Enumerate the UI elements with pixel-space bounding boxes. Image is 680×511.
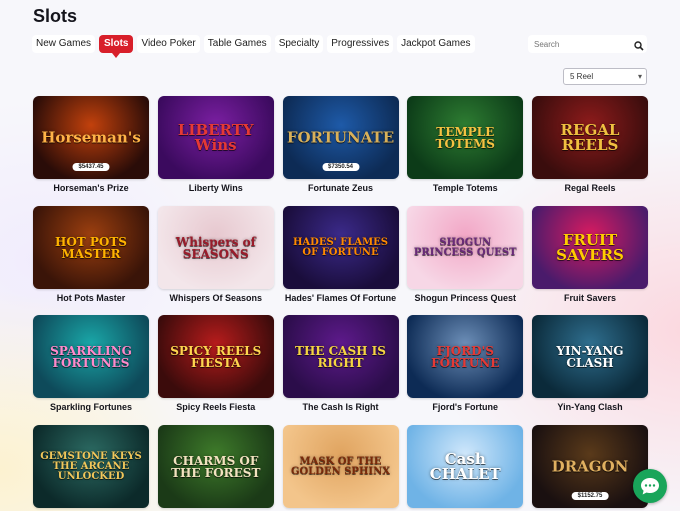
tab-table-games[interactable]: Table Games (203, 35, 271, 53)
tab-video-poker[interactable]: Video Poker (137, 35, 200, 53)
game-logo-text: HOT POTS MASTER (55, 234, 127, 261)
game-title[interactable]: Liberty Wins (158, 183, 274, 193)
game-title[interactable]: Hot Pots Master (33, 293, 149, 303)
game-thumbnail[interactable]: FORTUNATE $7350.54 (282, 96, 399, 179)
game-card[interactable]: MASK OF THE GOLDEN SPHINX (282, 425, 399, 508)
game-card[interactable]: YIN-YANG CLASH Yin-Yang Clash (532, 315, 648, 412)
tab-jackpot-games[interactable]: Jackpot Games (397, 35, 475, 53)
game-title[interactable]: Whispers Of Seasons (158, 293, 274, 303)
game-card[interactable]: Horseman's $5437.45 Horseman's Prize (33, 96, 149, 193)
game-logo-text: HADES' FLAMES OF FORTUNE (292, 236, 389, 258)
game-title[interactable]: Spicy Reels Fiesta (158, 402, 274, 412)
game-thumbnail[interactable]: SHOGUN PRINCESS QUEST (407, 206, 524, 289)
game-thumbnail[interactable]: REGAL REELS (532, 96, 648, 179)
game-card[interactable]: HOT POTS MASTER Hot Pots Master (33, 206, 149, 303)
search-icon[interactable] (634, 38, 646, 51)
game-card[interactable]: FRUIT SAVERS Fruit Savers (532, 206, 648, 303)
chat-button[interactable] (633, 469, 667, 503)
game-title[interactable]: Regal Reels (532, 183, 648, 193)
jackpot-badge: $1152.75 (571, 492, 609, 500)
game-logo-text: TEMPLE TOTEMS (435, 124, 495, 151)
game-thumbnail[interactable]: DRAGON $1152.75 (532, 425, 648, 508)
game-title[interactable]: Temple Totems (407, 183, 523, 193)
game-thumbnail[interactable]: Whispers of SEASONS (157, 206, 274, 289)
tab-progressives[interactable]: Progressives (327, 35, 394, 53)
game-thumbnail[interactable]: Horseman's $5437.45 (33, 96, 149, 179)
game-thumbnail[interactable]: HOT POTS MASTER (33, 206, 149, 289)
game-card[interactable]: Whispers of SEASONS Whispers Of Seasons (157, 206, 274, 303)
game-card[interactable]: REGAL REELS Regal Reels (532, 96, 648, 193)
game-logo-text: SHOGUN PRINCESS QUEST (413, 236, 517, 258)
game-logo-text: SPICY REELS FIESTA (170, 343, 262, 370)
page-title: Slots (33, 6, 78, 26)
game-logo-text: Whispers of SEASONS (175, 234, 256, 261)
game-thumbnail[interactable]: THE CASH IS RIGHT (282, 315, 399, 398)
game-logo-text: SPARKLING FORTUNES (50, 343, 132, 370)
chat-bubble-icon (641, 478, 659, 495)
game-card[interactable]: Cash CHALET (407, 425, 524, 508)
tab-new-games[interactable]: New Games (32, 35, 96, 53)
game-title[interactable]: Hades' Flames Of Fortune (283, 293, 399, 303)
game-logo-text: GEMSTONE KEYS THE ARCANE UNLOCKED (40, 450, 142, 482)
reel-filter-select[interactable]: 5 Reel ▾ (563, 68, 647, 85)
game-card[interactable]: GEMSTONE KEYS THE ARCANE UNLOCKED (33, 425, 149, 508)
game-thumbnail[interactable]: SPICY REELS FIESTA (157, 315, 274, 398)
game-logo-text: FJORD'S FORTUNE (431, 343, 500, 370)
game-card[interactable]: SHOGUN PRINCESS QUEST Shogun Princess Que… (407, 206, 524, 303)
game-card[interactable]: THE CASH IS RIGHT The Cash Is Right (282, 315, 399, 412)
game-title[interactable]: Sparkling Fortunes (33, 402, 149, 412)
game-thumbnail[interactable]: GEMSTONE KEYS THE ARCANE UNLOCKED (33, 425, 149, 508)
game-card[interactable]: FORTUNATE $7350.54 Fortunate Zeus (282, 96, 399, 193)
game-card[interactable]: CHARMS OF THE FOREST (157, 425, 274, 508)
game-title[interactable]: Horseman's Prize (33, 183, 149, 193)
game-title[interactable]: Yin-Yang Clash (532, 402, 648, 412)
game-thumbnail[interactable]: LIBERTY Wins (157, 96, 274, 179)
game-logo-text: THE CASH IS RIGHT (295, 343, 386, 370)
game-card[interactable]: SPARKLING FORTUNES Sparkling Fortunes (33, 315, 149, 412)
game-title[interactable]: Fjord's Fortune (407, 402, 523, 412)
reel-filter-value: 5 Reel (570, 72, 594, 81)
game-title[interactable]: Shogun Princess Quest (407, 293, 523, 303)
game-thumbnail[interactable]: SPARKLING FORTUNES (33, 315, 149, 398)
game-thumbnail[interactable]: CHARMS OF THE FOREST (157, 425, 274, 508)
game-card[interactable]: SPICY REELS FIESTA Spicy Reels Fiesta (157, 315, 274, 412)
game-logo-text: Horseman's (41, 128, 141, 146)
jackpot-badge: $7350.54 (321, 163, 360, 171)
search-box (528, 35, 647, 53)
game-logo-text: YIN-YANG CLASH (556, 343, 624, 370)
game-card[interactable]: TEMPLE TOTEMS Temple Totems (407, 96, 524, 193)
game-title[interactable]: Fruit Savers (532, 293, 648, 303)
tab-specialty[interactable]: Specialty (274, 35, 324, 53)
category-tabs: New Games Slots Video Poker Table Games … (32, 35, 475, 58)
jackpot-badge: $5437.45 (72, 163, 110, 171)
game-thumbnail[interactable]: FRUIT SAVERS (532, 206, 648, 289)
game-logo-text: CHARMS OF THE FOREST (171, 453, 261, 480)
game-thumbnail[interactable]: FJORD'S FORTUNE (407, 315, 524, 398)
game-card[interactable]: DRAGON $1152.75 (532, 425, 648, 508)
game-logo-text: Cash CHALET (429, 449, 501, 483)
game-thumbnail[interactable]: TEMPLE TOTEMS (407, 96, 524, 179)
tab-slots[interactable]: Slots (99, 35, 134, 58)
game-card[interactable]: FJORD'S FORTUNE Fjord's Fortune (407, 315, 524, 412)
game-logo-text: DRAGON (551, 457, 629, 475)
game-card[interactable]: LIBERTY Wins Liberty Wins (157, 96, 274, 193)
game-title[interactable]: The Cash Is Right (283, 402, 399, 412)
game-logo-text: REGAL REELS (560, 120, 620, 154)
game-logo-text: LIBERTY Wins (177, 120, 254, 154)
game-thumbnail[interactable]: MASK OF THE GOLDEN SPHINX (282, 425, 399, 508)
game-logo-text: FRUIT SAVERS (556, 230, 624, 264)
game-thumbnail[interactable]: YIN-YANG CLASH (532, 315, 648, 398)
game-thumbnail[interactable]: HADES' FLAMES OF FORTUNE (282, 206, 399, 289)
game-logo-text: MASK OF THE GOLDEN SPHINX (291, 455, 390, 477)
search-input[interactable] (528, 39, 630, 49)
game-thumbnail[interactable]: Cash CHALET (407, 425, 524, 508)
game-logo-text: FORTUNATE (286, 128, 395, 146)
game-title[interactable]: Fortunate Zeus (283, 183, 399, 193)
chevron-down-icon: ▾ (637, 72, 642, 81)
game-card[interactable]: HADES' FLAMES OF FORTUNE Hades' Flames Of… (282, 206, 399, 303)
